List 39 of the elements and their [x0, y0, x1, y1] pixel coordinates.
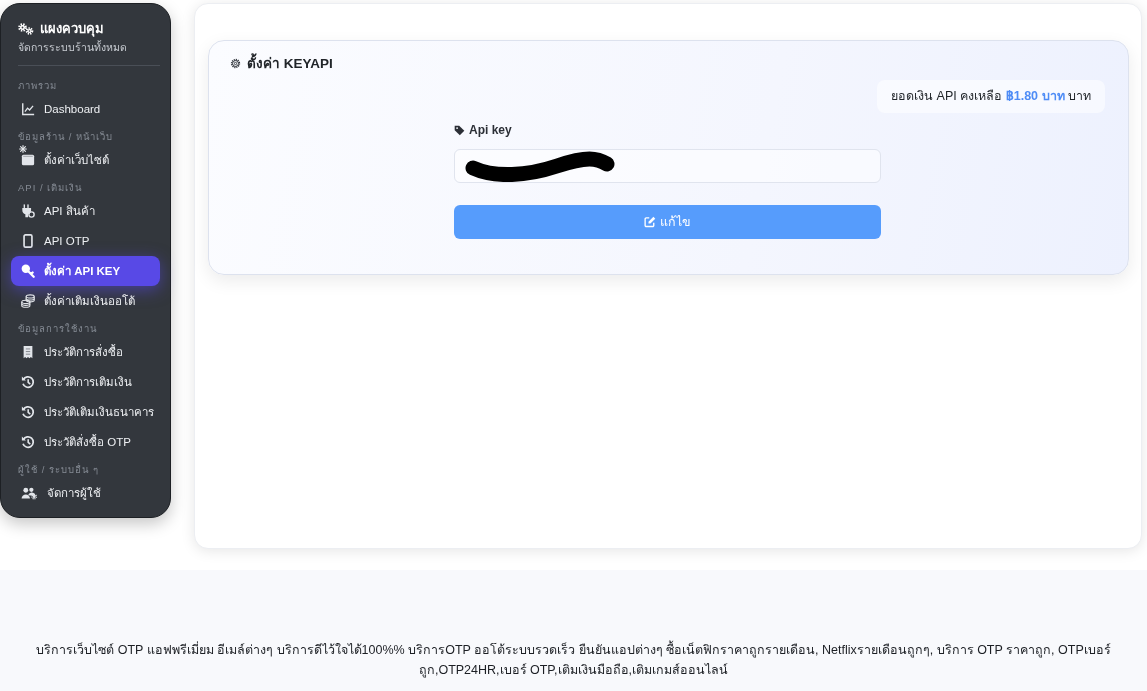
line-chart-icon	[21, 102, 35, 116]
sidebar-item[interactable]: ตั้งค่า API KEY	[11, 256, 160, 286]
section-label: API / เติมเงิน	[17, 181, 84, 194]
section-label: ข้อมูลการใช้งาน	[17, 322, 98, 335]
sidebar-item[interactable]: ประวัติการสั่งซื้อ	[11, 337, 160, 367]
footer-text: บริการเว็บไซต์ OTP แอฟพรีเมี่ยม อีเมล์ต่างๆ บริการดีไว้ใจได้100%% บริการOTP ออโต้ระบบรวดเร็ว ยืนยันแอปต่างๆ ซื้อเน็ตฟิกราคาถูกรายเดือน, Netflixรายเดือนถูกๆ, บริการ OTP ราคาถูก, OTPเบอร์ถูก,OTP24HR,เบอร์ OTP,เติมเงินมือถือ,เติมเกมส์ออนไลน์	[4, 640, 1143, 680]
phone-icon	[21, 234, 35, 248]
tag-icon	[454, 124, 465, 136]
sidebar-title: แผงควบคุม	[40, 20, 104, 37]
card-title: ตั้งค่า KEYAPI	[247, 52, 333, 74]
sidebar-subtitle: จัดการระบบร้านทั้งหมด	[17, 40, 128, 54]
sidebar-item[interactable]: จัดการผู้ใช้	[11, 478, 160, 508]
sidebar-item[interactable]: ประวัติสั่งซื้อ OTP	[11, 427, 160, 457]
coins-icon	[21, 294, 35, 308]
sidebar-item[interactable]: ตั้งค่าเว็บไซต์	[11, 145, 160, 175]
window-icon	[21, 153, 35, 167]
sidebar-item[interactable]: ตั้งค่าเติมเงินออโต้	[11, 286, 160, 316]
field-label: Api key	[469, 123, 512, 137]
history-icon	[21, 405, 35, 419]
key-icon	[21, 264, 35, 278]
sidebar-item[interactable]: API สินค้า	[11, 196, 160, 226]
users-gear-icon	[21, 486, 38, 500]
receipt-icon	[21, 345, 35, 359]
edit-icon	[644, 216, 656, 228]
sidebar-item[interactable]: API OTP	[11, 226, 160, 256]
balance-display: ยอดเงิน API คงเหลือ ฿1.80 บาท บาท	[877, 80, 1105, 113]
section-label: ผู้ใช้ / ระบบอื่น ๆ	[17, 462, 100, 476]
plug-icon	[21, 204, 35, 218]
history-icon	[21, 435, 35, 449]
input-field[interactable]	[454, 149, 881, 183]
section-label: ภาพรวม	[17, 79, 58, 92]
sidebar-item[interactable]: ประวัติการเติมเงิน	[11, 367, 160, 397]
history-icon	[21, 375, 35, 389]
sidebar-item[interactable]: ประวัติเติมเงินธนาคาร	[11, 397, 160, 427]
sidebar-item[interactable]: Dashboard	[11, 94, 160, 124]
section-label: ข้อมูลร้าน / หน้าเว็บ	[17, 130, 114, 143]
gear-icon	[230, 57, 241, 69]
snowflake-icon	[19, 145, 27, 153]
gears-icon	[18, 22, 34, 35]
